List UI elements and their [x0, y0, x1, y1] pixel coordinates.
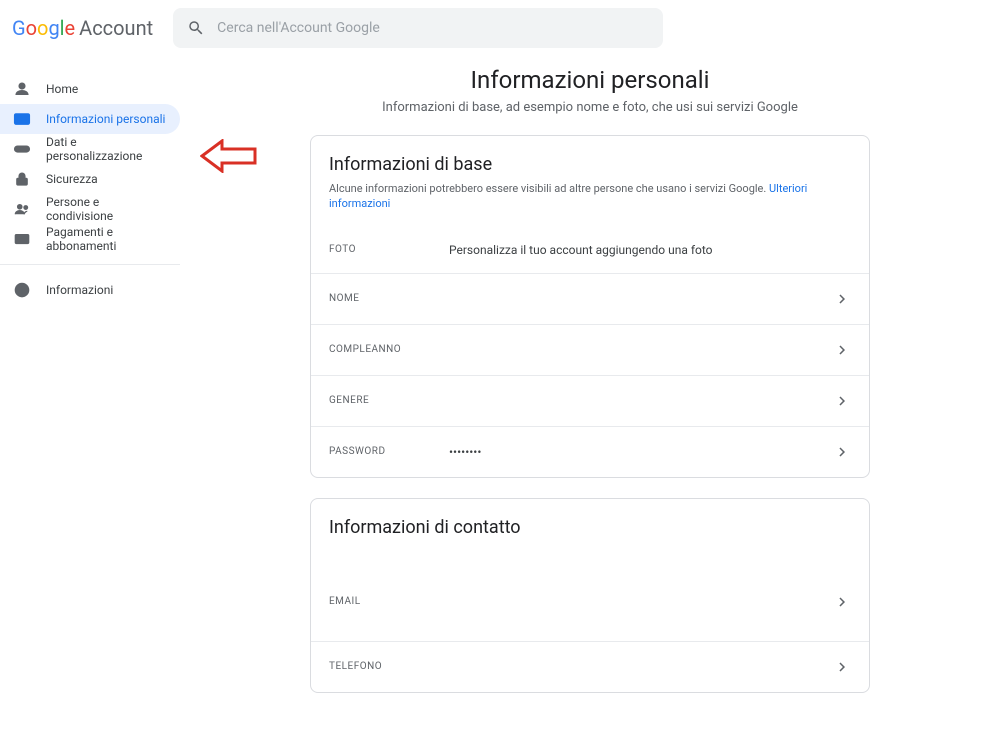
sidebar-item-label: Informazioni: [46, 283, 113, 297]
search-icon: [187, 19, 205, 37]
id-card-icon: [12, 109, 32, 129]
sidebar-item-personal-info[interactable]: Informazioni personali: [0, 104, 180, 134]
lock-icon: [12, 169, 32, 189]
chevron-right-icon: [833, 593, 851, 611]
main-content: Informazioni personali Informazioni di b…: [180, 56, 1000, 733]
sidebar: Home Informazioni personali Dati e perso…: [0, 56, 180, 733]
row-value: ••••••••: [449, 445, 833, 459]
chevron-right-icon: [833, 290, 851, 308]
row-label: FOTO: [329, 244, 449, 255]
card-description: Alcune informazioni potrebbero essere vi…: [329, 181, 851, 212]
info-icon: [12, 280, 32, 300]
contact-info-card: Informazioni di contatto EMAIL TELEFONO: [310, 498, 870, 693]
sidebar-item-label: Informazioni personali: [46, 112, 165, 126]
chevron-right-icon: [833, 341, 851, 359]
card-title: Informazioni di base: [329, 154, 851, 175]
search-box[interactable]: [173, 8, 663, 48]
logo[interactable]: Google Account: [12, 16, 153, 40]
page-title: Informazioni personali: [471, 66, 710, 94]
row-label: COMPLEANNO: [329, 344, 449, 355]
row-name[interactable]: NOME: [311, 274, 869, 325]
row-label: PASSWORD: [329, 446, 449, 457]
sidebar-item-info[interactable]: Informazioni: [0, 275, 180, 305]
account-label: Account: [79, 16, 153, 40]
row-label: TELEFONO: [329, 661, 449, 672]
sidebar-item-data-personalization[interactable]: Dati e personalizzazione: [0, 134, 180, 164]
row-label: NOME: [329, 293, 449, 304]
card-icon: [12, 229, 32, 249]
chevron-right-icon: [833, 443, 851, 461]
row-birthday[interactable]: COMPLEANNO: [311, 325, 869, 376]
sidebar-item-label: Persone e condivisione: [46, 195, 168, 223]
chevron-right-icon: [833, 658, 851, 676]
row-password[interactable]: PASSWORD ••••••••: [311, 427, 869, 477]
row-photo[interactable]: FOTO Personalizza il tuo account aggiung…: [311, 226, 869, 274]
sidebar-item-label: Home: [46, 82, 78, 96]
people-icon: [12, 199, 32, 219]
row-label: GENERE: [329, 395, 449, 406]
arrow-annotation-icon: [200, 139, 260, 177]
sidebar-divider: [0, 264, 180, 265]
sidebar-item-payments[interactable]: Pagamenti e abbonamenti: [0, 224, 180, 254]
row-label: EMAIL: [329, 596, 449, 607]
row-gender[interactable]: GENERE: [311, 376, 869, 427]
row-phone[interactable]: TELEFONO: [311, 642, 869, 692]
row-value: Personalizza il tuo account aggiungendo …: [449, 243, 851, 257]
search-input[interactable]: [217, 20, 649, 36]
sidebar-item-label: Pagamenti e abbonamenti: [46, 225, 168, 253]
header: Google Account: [0, 0, 1000, 56]
sidebar-item-label: Sicurezza: [46, 172, 98, 186]
card-title: Informazioni di contatto: [329, 517, 851, 538]
sidebar-item-people-sharing[interactable]: Persone e condivisione: [0, 194, 180, 224]
sidebar-item-home[interactable]: Home: [0, 74, 180, 104]
toggle-icon: [12, 139, 32, 159]
google-logo: Google: [12, 16, 75, 40]
chevron-right-icon: [833, 392, 851, 410]
sidebar-item-label: Dati e personalizzazione: [46, 135, 168, 163]
row-email[interactable]: EMAIL: [311, 562, 869, 642]
home-circle-icon: [12, 79, 32, 99]
basic-info-card: Informazioni di base Alcune informazioni…: [310, 135, 870, 478]
page-subtitle: Informazioni di base, ad esempio nome e …: [382, 100, 798, 115]
sidebar-item-security[interactable]: Sicurezza: [0, 164, 180, 194]
